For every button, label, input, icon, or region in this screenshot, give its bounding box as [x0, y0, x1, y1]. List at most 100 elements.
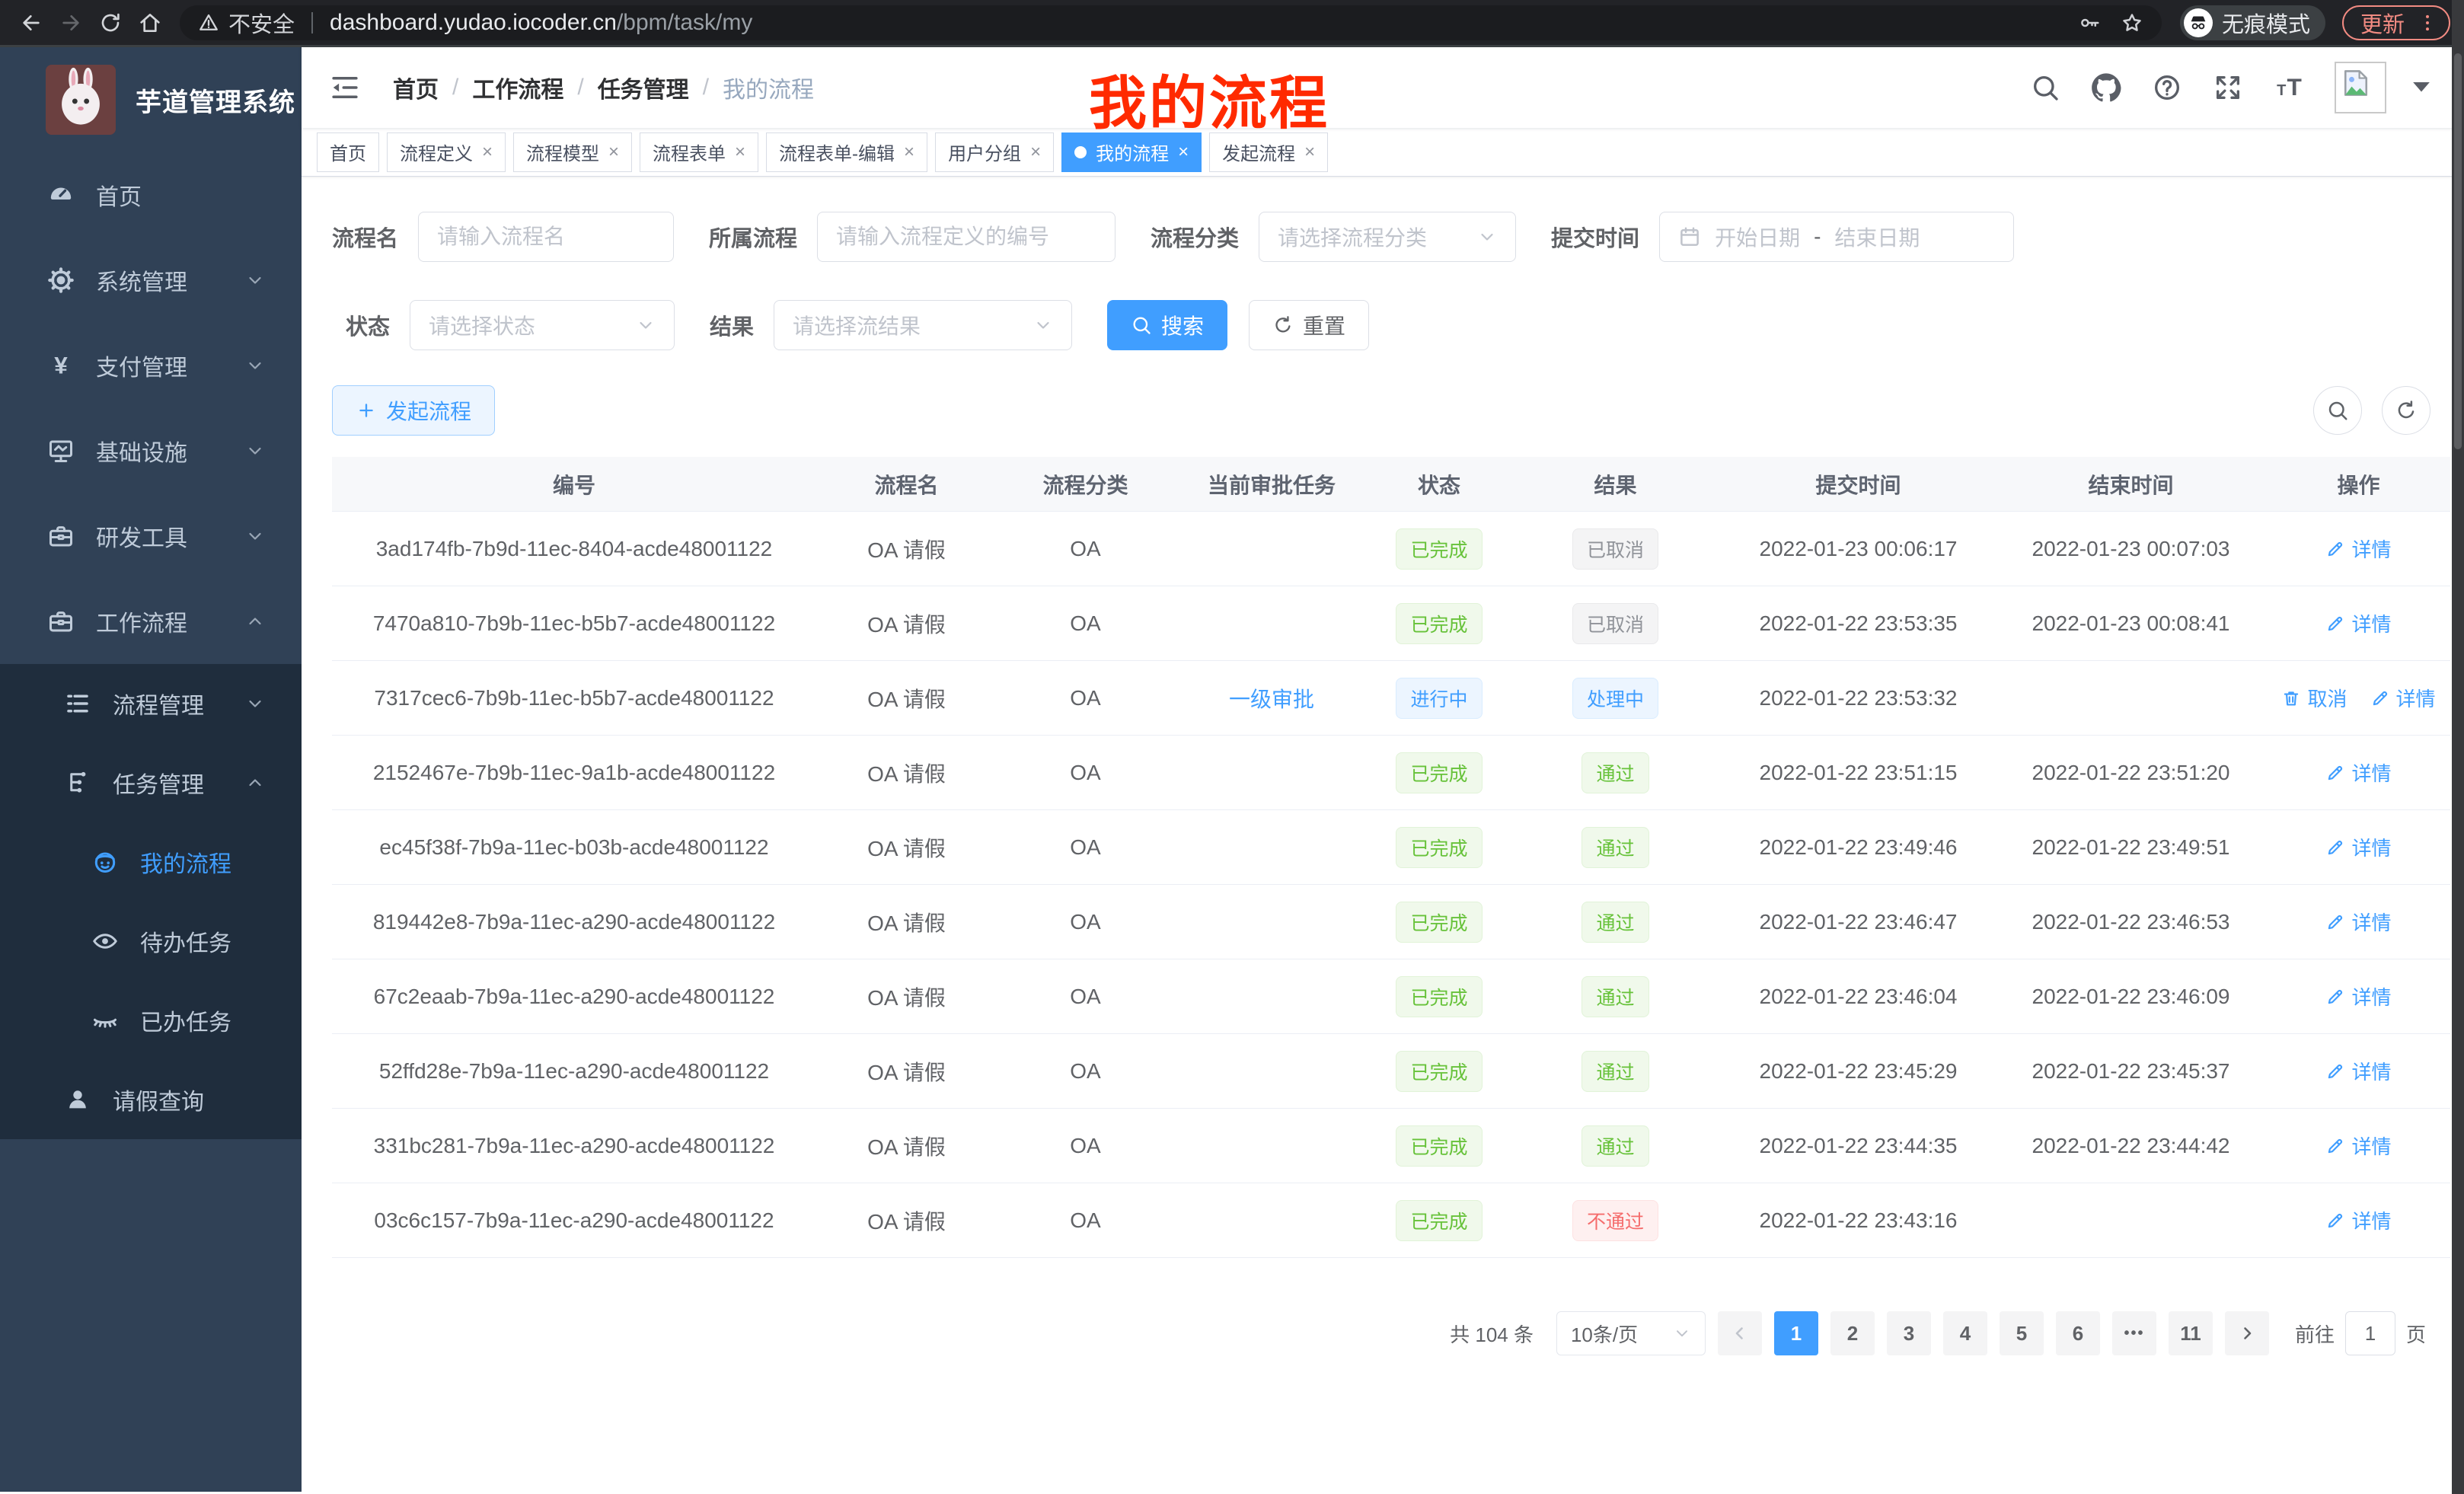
fullscreen-icon[interactable]	[2213, 72, 2243, 103]
tab-start-process[interactable]: 发起流程 ×	[1209, 132, 1328, 172]
table-body: 3ad174fb-7b9d-11ec-8404-acde48001122 OA …	[332, 512, 2450, 1258]
goto-page-input[interactable]	[2345, 1311, 2395, 1355]
sidebar-item-leave-query[interactable]: 请假查询	[0, 1060, 302, 1139]
cell-status: 已完成	[1369, 528, 1509, 570]
home-icon[interactable]	[132, 5, 168, 40]
close-icon[interactable]: ×	[608, 143, 619, 161]
filter-process-input[interactable]	[817, 212, 1116, 262]
sidebar-item-devtools[interactable]: 研发工具	[0, 493, 302, 579]
sidebar-item-my-process[interactable]: 我的流程	[0, 822, 302, 902]
page-button-11[interactable]: 11	[2169, 1311, 2213, 1355]
page-button-5[interactable]: 5	[2000, 1311, 2044, 1355]
tab-user-group[interactable]: 用户分组 ×	[935, 132, 1054, 172]
url-text[interactable]: dashboard.yudao.iocoder.cn/bpm/task/my	[330, 10, 2066, 36]
filter-result-select[interactable]: 请选择流结果	[774, 300, 1072, 350]
detail-action-link[interactable]: 详情	[2325, 833, 2391, 861]
page-button-1[interactable]: 1	[1774, 1311, 1818, 1355]
sidebar-item-todo-tasks[interactable]: 待办任务	[0, 902, 302, 981]
tab-process-form-edit[interactable]: 流程表单-编辑 ×	[766, 132, 927, 172]
close-icon[interactable]: ×	[1304, 143, 1315, 161]
filter-daterange[interactable]: 开始日期 - 结束日期	[1659, 212, 2014, 262]
detail-action-link[interactable]: 详情	[2325, 1132, 2391, 1160]
search-button[interactable]: 搜索	[1107, 300, 1227, 350]
tab-process-form[interactable]: 流程表单 ×	[640, 132, 758, 172]
sidebar-item-done-tasks[interactable]: 已办任务	[0, 981, 302, 1060]
detail-action-link[interactable]: 详情	[2325, 535, 2391, 563]
sidebar-item-payment[interactable]: ¥ 支付管理	[0, 323, 302, 408]
sidebar-item-infra[interactable]: 基础设施	[0, 408, 302, 493]
sidebar-item-system[interactable]: 系统管理	[0, 238, 302, 323]
sidebar-item-process-mgmt[interactable]: 流程管理	[0, 664, 302, 743]
forward-icon[interactable]	[53, 5, 88, 40]
daterange-end[interactable]: 结束日期	[1834, 222, 1920, 252]
security-status[interactable]: 不安全	[198, 7, 295, 39]
breadcrumb-home[interactable]: 首页	[393, 71, 439, 104]
caret-down-icon[interactable]	[2406, 71, 2437, 101]
help-icon[interactable]	[2152, 72, 2182, 103]
incognito-badge: 无痕模式	[2180, 5, 2325, 40]
cell-id: 3ad174fb-7b9d-11ec-8404-acde48001122	[332, 537, 816, 561]
detail-action-link[interactable]: 详情	[2370, 684, 2436, 712]
key-icon[interactable]	[2078, 11, 2101, 34]
incognito-icon	[2188, 12, 2209, 34]
next-page-button[interactable]	[2225, 1311, 2269, 1355]
menu-dots-icon[interactable]	[2417, 12, 2438, 34]
current-task-link[interactable]: 一级审批	[1229, 688, 1314, 711]
page-ellipsis[interactable]: •••	[2112, 1311, 2156, 1355]
scrollbar-thumb[interactable]	[2454, 53, 2462, 449]
prev-page-button[interactable]	[1718, 1311, 1762, 1355]
filter-name-input[interactable]	[418, 212, 674, 262]
github-icon[interactable]	[2091, 72, 2121, 103]
filter-status-select[interactable]: 请选择状态	[410, 300, 675, 350]
search-icon[interactable]	[2030, 72, 2060, 103]
cancel-action-link[interactable]: 取消	[2281, 684, 2347, 712]
create-process-button[interactable]: 发起流程	[332, 385, 495, 436]
table-refresh-button[interactable]	[2382, 386, 2430, 435]
detail-action-link[interactable]: 详情	[2325, 609, 2391, 637]
breadcrumb-workflow[interactable]: 工作流程	[472, 71, 563, 104]
page-button-2[interactable]: 2	[1830, 1311, 1875, 1355]
close-icon[interactable]: ×	[1030, 143, 1041, 161]
detail-action-link[interactable]: 详情	[2325, 982, 2391, 1010]
eye-closed-icon	[91, 1007, 119, 1034]
update-button[interactable]: 更新	[2342, 5, 2450, 40]
chevron-up-icon	[245, 773, 265, 793]
page-scrollbar[interactable]	[2452, 0, 2464, 1494]
avatar[interactable]	[2335, 62, 2386, 113]
page-size-select[interactable]: 10条/页	[1556, 1311, 1706, 1355]
sidebar-item-task-mgmt[interactable]: 任务管理	[0, 743, 302, 822]
daterange-start[interactable]: 开始日期	[1715, 222, 1800, 252]
close-icon[interactable]: ×	[735, 143, 745, 161]
page-button-3[interactable]: 3	[1887, 1311, 1931, 1355]
breadcrumb-task-mgmt[interactable]: 任务管理	[598, 71, 689, 104]
detail-action-link[interactable]: 详情	[2325, 908, 2391, 936]
address-bar[interactable]: 不安全 dashboard.yudao.iocoder.cn/bpm/task/…	[180, 5, 2162, 40]
font-size-icon[interactable]: TT	[2274, 72, 2304, 103]
back-icon[interactable]	[14, 5, 49, 40]
detail-action-link[interactable]: 详情	[2325, 758, 2391, 787]
logo-row[interactable]: 芋道管理系统	[0, 47, 302, 152]
star-icon[interactable]	[2121, 11, 2143, 34]
close-icon[interactable]: ×	[904, 143, 914, 161]
table-search-button[interactable]	[2313, 386, 2362, 435]
detail-action-link[interactable]: 详情	[2325, 1206, 2391, 1234]
tab-process-model[interactable]: 流程模型 ×	[513, 132, 632, 172]
browser-chrome: 不安全 dashboard.yudao.iocoder.cn/bpm/task/…	[0, 0, 2464, 47]
tab-home[interactable]: 首页	[317, 132, 379, 172]
close-icon[interactable]: ×	[1178, 143, 1189, 161]
tab-process-def[interactable]: 流程定义 ×	[387, 132, 506, 172]
page-button-6[interactable]: 6	[2056, 1311, 2100, 1355]
sidebar-fold-icon[interactable]	[329, 72, 361, 104]
edit-icon	[2325, 1061, 2345, 1081]
reset-button[interactable]: 重置	[1249, 300, 1369, 350]
tab-my-process[interactable]: 我的流程 ×	[1061, 132, 1202, 172]
close-icon[interactable]: ×	[482, 143, 493, 161]
cell-result: 已取消	[1509, 528, 1722, 570]
sidebar-item-workflow[interactable]: 工作流程	[0, 579, 302, 664]
reload-icon[interactable]	[93, 5, 128, 40]
page-button-4[interactable]: 4	[1943, 1311, 1987, 1355]
cell-id: 67c2eaab-7b9a-11ec-a290-acde48001122	[332, 985, 816, 1009]
filter-category-select[interactable]: 请选择流程分类	[1259, 212, 1516, 262]
detail-action-link[interactable]: 详情	[2325, 1057, 2391, 1085]
sidebar-item-home[interactable]: 首页	[0, 152, 302, 238]
